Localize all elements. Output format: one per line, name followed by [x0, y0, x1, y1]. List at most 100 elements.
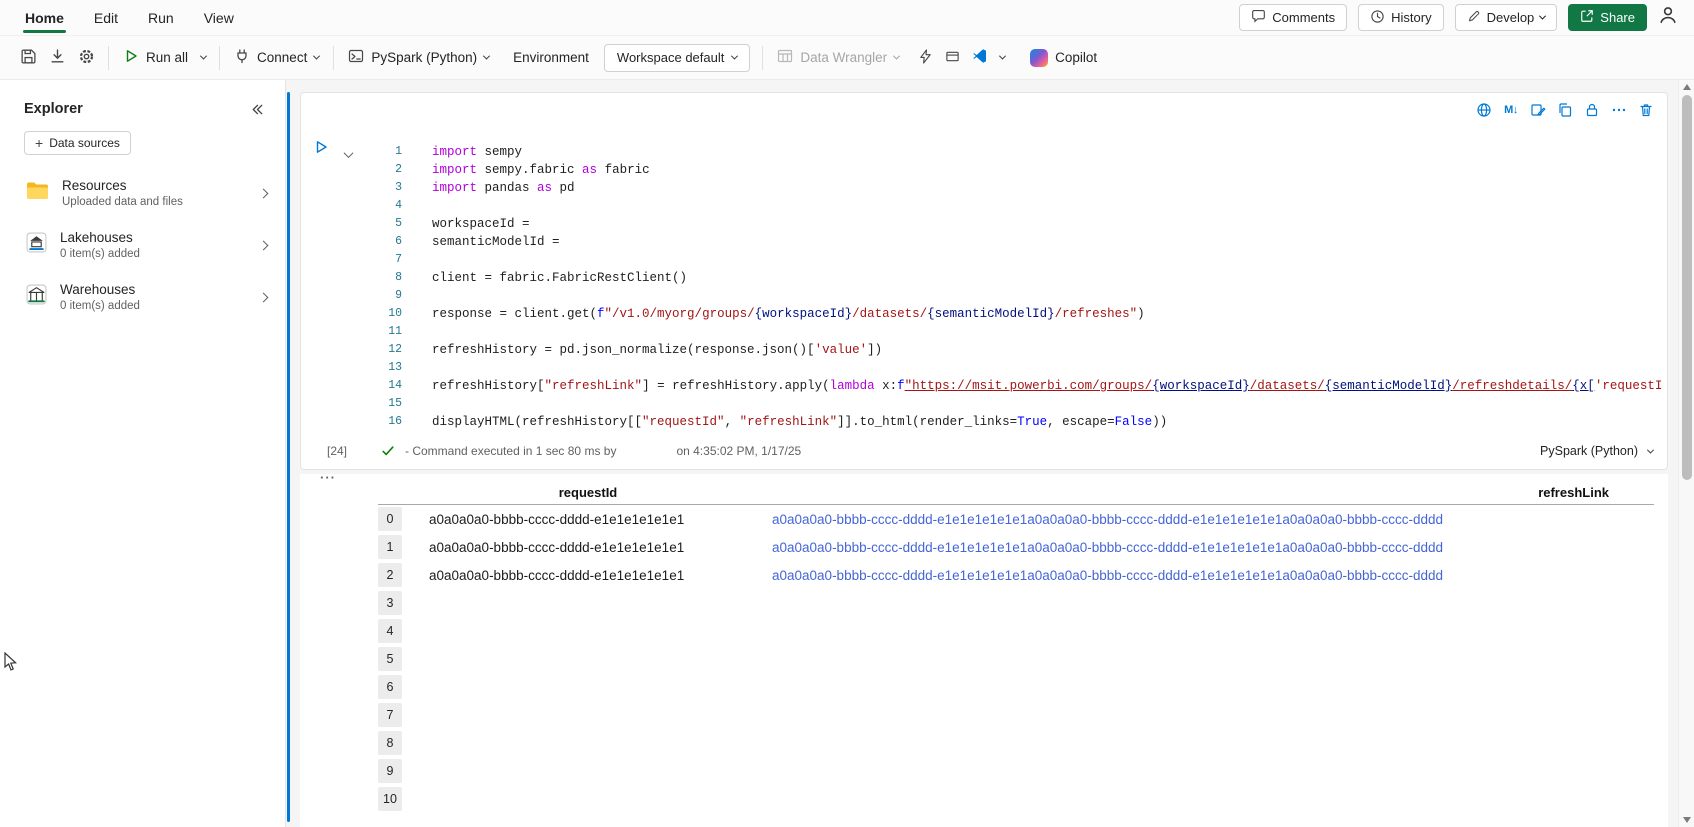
sidebar-item-lakehouses[interactable]: Lakehouses 0 item(s) added [0, 219, 285, 271]
collapse-sidebar-icon[interactable] [250, 102, 265, 117]
share-label: Share [1600, 10, 1635, 25]
resources-description: Uploaded data and files [62, 196, 183, 208]
copilot-icon [1030, 48, 1049, 67]
snippets-button[interactable] [912, 43, 939, 73]
tab-view[interactable]: View [189, 1, 249, 35]
notebook-toolbar: Run all Connect PySpark (Python) Environ… [0, 36, 1694, 80]
code-line[interactable]: 12 refreshHistory = pd.json_normalize(res… [301, 341, 1663, 359]
output-options-dots[interactable]: ··· [320, 470, 336, 485]
code-line[interactable]: 1 import sempy [301, 143, 1663, 161]
tab-home[interactable]: Home [10, 1, 79, 35]
output-table: requestId refreshLink 0 a0a0a0a0-bbbb-ccc… [378, 480, 1654, 813]
download-icon [49, 48, 66, 68]
chevron-down-icon [731, 52, 739, 60]
comments-button[interactable]: Comments [1239, 4, 1348, 31]
code-area[interactable]: 1 import sempy 2 import sempy.fabric as fab… [301, 143, 1663, 433]
save-button[interactable] [14, 42, 43, 74]
request-id-cell: a0a0a0a0-bbbb-cccc-dddd-e1e1e1e1e1e1 [429, 511, 685, 527]
code-line[interactable]: 7 [301, 251, 1663, 269]
develop-button[interactable]: Develop [1454, 4, 1558, 31]
copy-cell-icon[interactable] [1554, 99, 1576, 121]
code-line[interactable]: 8 client = fabric.FabricRestClient() [301, 269, 1663, 287]
code-line[interactable]: 14 refreshHistory["refreshLink"] = refres… [301, 377, 1663, 395]
kernel-selector[interactable]: PySpark (Python) [1540, 444, 1655, 458]
scrollbar-thumb[interactable] [1682, 95, 1692, 480]
refresh-link-cell[interactable]: a0a0a0a0-bbbb-cccc-dddd-e1e1e1e1e1e1a0a0… [758, 568, 1654, 583]
warehouse-icon [26, 284, 47, 310]
code-line[interactable]: 15 [301, 395, 1663, 413]
code-line[interactable]: 3 import pandas as pd [301, 179, 1663, 197]
refresh-link-cell[interactable]: a0a0a0a0-bbbb-cccc-dddd-e1e1e1e1e1e1a0a0… [758, 512, 1654, 527]
add-data-sources-button[interactable]: + Data sources [24, 131, 131, 155]
code-line[interactable]: 10 response = client.get(f"/v1.0/myorg/gr… [301, 305, 1663, 323]
history-icon [1370, 9, 1385, 27]
history-button[interactable]: History [1358, 4, 1444, 31]
chevron-down-icon [483, 52, 491, 60]
lakehouse-icon [26, 232, 47, 258]
environment-button[interactable]: Environment [506, 44, 596, 71]
copilot-button[interactable]: Copilot [1023, 43, 1104, 73]
data-sources-label: Data sources [49, 136, 120, 150]
sidebar-item-warehouses[interactable]: Warehouses 0 item(s) added [0, 271, 285, 323]
refresh-link-cell[interactable]: a0a0a0a0-bbbb-cccc-dddd-e1e1e1e1e1e1a0a0… [758, 540, 1654, 555]
code-line[interactable]: 6 semanticModelId = [301, 233, 1663, 251]
scroll-down-arrow-icon[interactable] [1683, 817, 1691, 823]
develop-label: Develop [1486, 10, 1535, 25]
frame-icon [945, 49, 960, 67]
globe-icon[interactable] [1473, 99, 1495, 121]
gear-icon [78, 48, 95, 68]
output-table-header: requestId refreshLink [378, 480, 1654, 505]
language-selector[interactable]: PySpark (Python) [341, 42, 496, 73]
more-options-icon[interactable] [1608, 99, 1630, 121]
explorer-title: Explorer [24, 101, 83, 117]
table-row: 6 [378, 673, 1654, 701]
frame-button[interactable] [939, 43, 966, 73]
connect-button[interactable]: Connect [227, 42, 326, 73]
convert-to-markdown-icon[interactable]: M↓ [1500, 99, 1522, 121]
run-all-dropdown[interactable] [195, 49, 212, 66]
code-cell: M↓ 1 import sempy 2 import sempy.fabric as … [300, 92, 1668, 470]
code-line[interactable]: 16 displayHTML(refreshHistory[["requestId… [301, 413, 1663, 431]
row-index: 9 [378, 759, 402, 783]
cell-toolbar: M↓ [1473, 99, 1657, 121]
workspace-label: Workspace default [616, 50, 725, 65]
row-index: 4 [378, 619, 402, 643]
vscode-dropdown[interactable] [994, 49, 1011, 66]
share-button[interactable]: Share [1568, 4, 1647, 31]
tab-edit[interactable]: Edit [79, 1, 133, 35]
chevron-down-icon [313, 52, 321, 60]
code-line[interactable]: 11 [301, 323, 1663, 341]
delete-cell-icon[interactable] [1635, 99, 1657, 121]
terminal-icon [348, 48, 364, 67]
line-number: 12 [388, 343, 402, 356]
open-in-vscode-button[interactable] [966, 42, 994, 73]
table-row: 8 [378, 729, 1654, 757]
code-line[interactable]: 5 workspaceId = [301, 215, 1663, 233]
workspace-default-dropdown[interactable]: Workspace default [603, 43, 751, 72]
row-index: 6 [378, 675, 402, 699]
edit-cell-icon[interactable] [1527, 99, 1549, 121]
code-line[interactable]: 2 import sempy.fabric as fabric [301, 161, 1663, 179]
vertical-scrollbar[interactable] [1678, 80, 1694, 827]
explorer-sidebar: Explorer + Data sources Resources Upload… [0, 80, 286, 827]
vscode-icon [972, 48, 988, 67]
tab-run[interactable]: Run [133, 1, 189, 35]
sidebar-item-resources[interactable]: Resources Uploaded data and files [0, 167, 285, 219]
table-row: 5 [378, 645, 1654, 673]
lock-cell-icon[interactable] [1581, 99, 1603, 121]
settings-button[interactable] [72, 42, 101, 74]
scroll-up-arrow-icon[interactable] [1683, 84, 1691, 90]
code-line[interactable]: 9 [301, 287, 1663, 305]
export-button[interactable] [43, 42, 72, 74]
chevron-down-icon [893, 52, 901, 60]
code-line[interactable]: 4 [301, 197, 1663, 215]
run-all-button[interactable]: Run all [116, 42, 195, 73]
plus-icon: + [35, 135, 44, 151]
row-index: 8 [378, 731, 402, 755]
line-number: 2 [395, 163, 402, 176]
row-index: 10 [378, 787, 402, 811]
account-person-icon[interactable] [1658, 5, 1678, 30]
fabric-notebook-window: Home Edit Run View Comments History Deve… [0, 0, 1694, 827]
code-line[interactable]: 13 [301, 359, 1663, 377]
line-number: 13 [388, 361, 402, 374]
